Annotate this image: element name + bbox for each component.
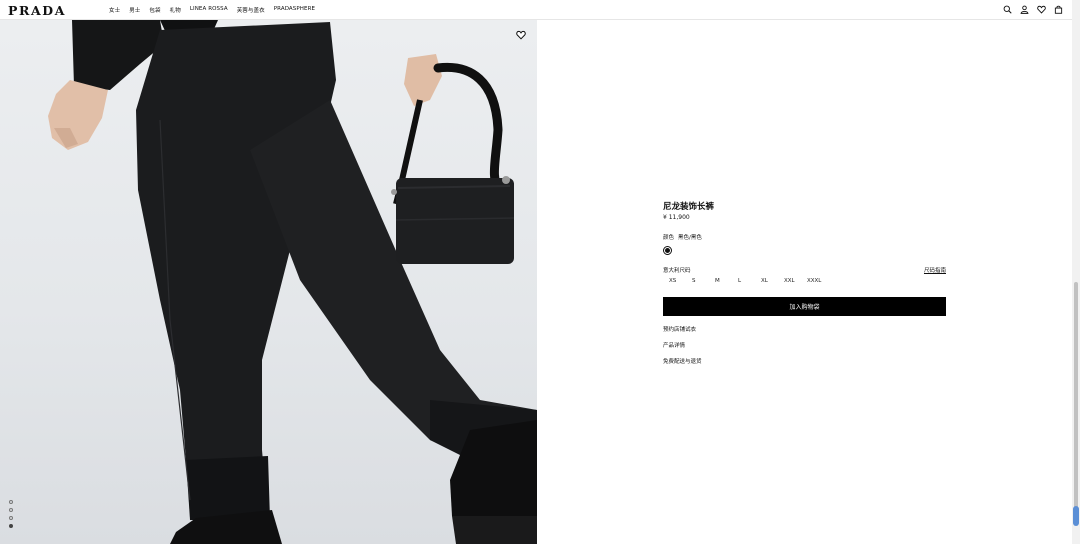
size-option-xxxl[interactable]: XXXL: [807, 278, 830, 284]
scrollbar-thumb[interactable]: [1074, 282, 1078, 514]
brand-logo[interactable]: PRADA: [8, 3, 66, 18]
size-options: XS S M L XL XXL XXXL: [669, 278, 830, 284]
account-icon[interactable]: [1020, 5, 1029, 14]
gallery-dot[interactable]: [9, 500, 13, 504]
add-to-cart-button[interactable]: 加入购物袋: [663, 297, 946, 316]
size-option-m[interactable]: M: [715, 278, 738, 284]
scroll-indicator: [1073, 506, 1079, 526]
image-wishlist-icon[interactable]: [516, 30, 526, 40]
nav-collection[interactable]: 芙蓉与盖衣: [237, 6, 265, 14]
product-title: 尼龙装饰长裤: [663, 202, 715, 212]
size-option-xl[interactable]: XL: [761, 278, 784, 284]
size-option-l[interactable]: L: [738, 278, 761, 284]
color-value: 黑色/黑色: [678, 235, 702, 241]
cart-icon[interactable]: [1054, 5, 1063, 14]
product-details-link[interactable]: 产品详情: [663, 341, 702, 349]
product-photo-illustration: [48, 20, 537, 544]
header-icons: [1003, 5, 1063, 14]
product-image[interactable]: [0, 20, 537, 544]
gallery-dot[interactable]: [9, 516, 13, 520]
search-icon[interactable]: [1003, 5, 1012, 14]
size-option-s[interactable]: S: [692, 278, 715, 284]
nav-gifts[interactable]: 礼物: [170, 6, 181, 14]
top-header: PRADA 女士 男士 包袋 礼物 LINEA ROSSA 芙蓉与盖衣 PRAD…: [0, 0, 1072, 20]
size-label: 意大利尺码: [663, 268, 691, 274]
size-guide-link[interactable]: 尺码指南: [924, 266, 946, 274]
shipping-returns-link[interactable]: 免费配送与退货: [663, 357, 702, 365]
nav-men[interactable]: 男士: [129, 6, 140, 14]
nav-women[interactable]: 女士: [109, 6, 120, 14]
product-price: ¥ 11,900: [663, 214, 690, 221]
gallery-dots: [9, 500, 13, 528]
color-label: 颜色: [663, 235, 675, 241]
nav-pradasphere[interactable]: PRADASPHERE: [274, 6, 315, 14]
page-scrollbar[interactable]: [1072, 0, 1080, 544]
gallery-dot[interactable]: [9, 508, 13, 512]
wishlist-icon[interactable]: [1037, 5, 1046, 14]
size-option-xxl[interactable]: XXL: [784, 278, 807, 284]
main-nav: 女士 男士 包袋 礼物 LINEA ROSSA 芙蓉与盖衣 PRADASPHER…: [109, 6, 315, 14]
color-row: 颜色 黑色/黑色: [663, 233, 702, 241]
size-option-xs[interactable]: XS: [669, 278, 692, 284]
color-swatch-black[interactable]: [663, 246, 672, 255]
book-appointment-link[interactable]: 预约店铺试衣: [663, 325, 702, 333]
nav-linea-rossa[interactable]: LINEA ROSSA: [190, 6, 228, 14]
product-links: 预约店铺试衣 产品详情 免费配送与退货: [663, 325, 702, 365]
gallery-dot-active[interactable]: [9, 524, 13, 528]
nav-bags[interactable]: 包袋: [149, 6, 160, 14]
